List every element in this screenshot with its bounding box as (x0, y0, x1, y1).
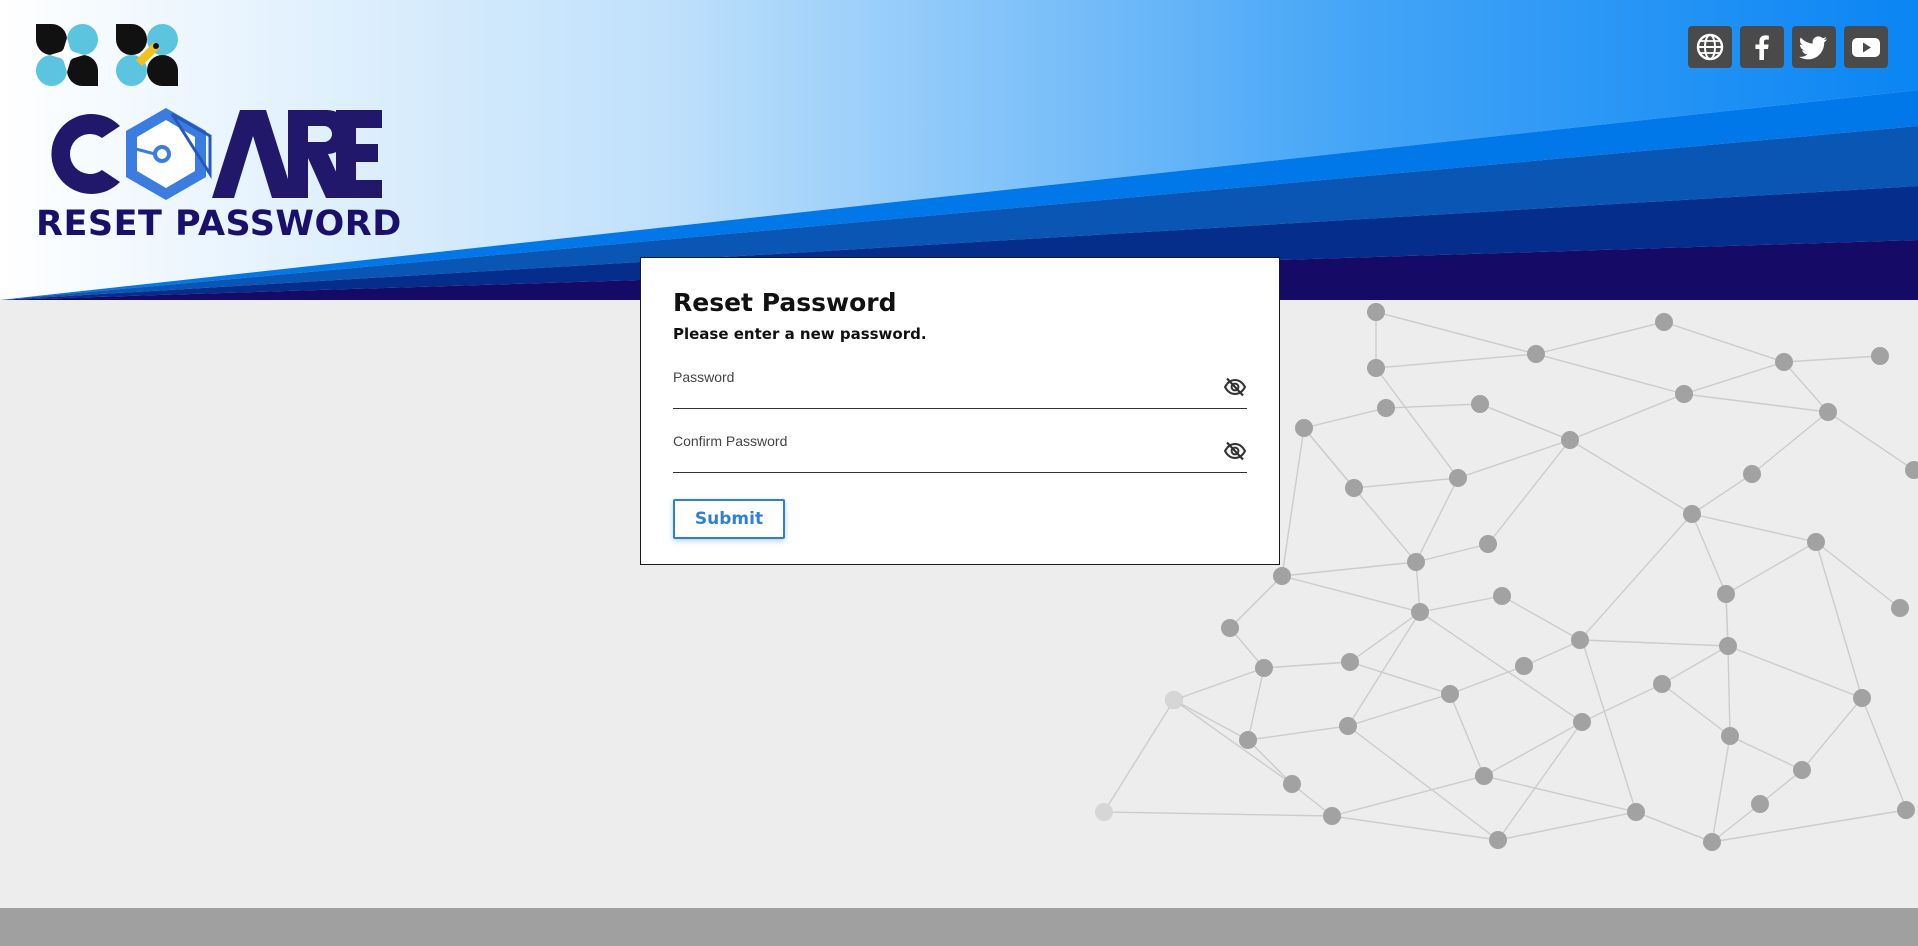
youtube-button[interactable] (1844, 26, 1888, 68)
facebook-icon (1755, 35, 1769, 60)
dost-seal-icon (36, 24, 98, 86)
footer-bar (0, 908, 1918, 946)
brand-subtitle: RESET PASSWORD (36, 204, 402, 244)
password-input[interactable] (673, 386, 1213, 406)
twitter-icon (1799, 36, 1827, 60)
confirm-password-field: Confirm Password (673, 433, 1247, 473)
reset-password-card: Reset Password Please enter a new passwo… (640, 257, 1280, 565)
password-label: Password (673, 369, 735, 385)
confirm-password-input[interactable] (673, 450, 1213, 470)
website-button[interactable] (1688, 26, 1732, 68)
youtube-icon (1852, 38, 1880, 57)
social-links (1688, 26, 1888, 68)
asti-seal-icon (116, 24, 178, 86)
globe-icon (1696, 33, 1724, 61)
form-subtitle: Please enter a new password. (673, 325, 927, 343)
agency-seals (36, 24, 178, 86)
facebook-button[interactable] (1740, 26, 1784, 68)
submit-button[interactable]: Submit (673, 499, 785, 539)
eye-off-icon[interactable] (1223, 441, 1247, 461)
form-title: Reset Password (673, 288, 897, 317)
eye-off-icon[interactable] (1223, 377, 1247, 397)
twitter-button[interactable] (1792, 26, 1836, 68)
password-field: Password (673, 369, 1247, 409)
confirm-password-label: Confirm Password (673, 433, 788, 449)
coare-logo (51, 108, 382, 200)
